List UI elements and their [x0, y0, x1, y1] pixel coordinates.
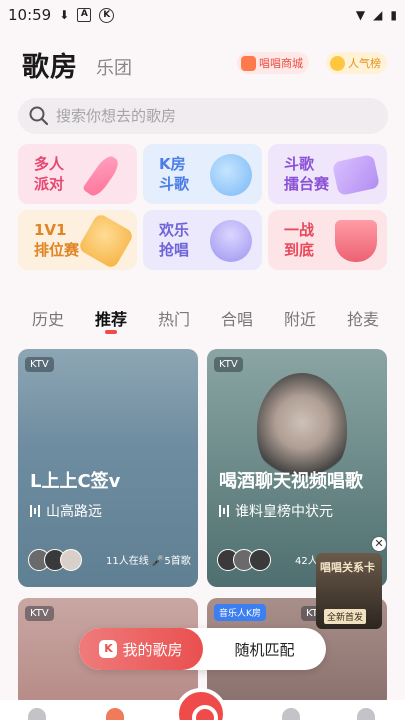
k-room-tab-icon[interactable] [106, 708, 124, 720]
trophy-icon [330, 55, 345, 71]
sound-wave-icon [30, 505, 40, 517]
active-tab-indicator [105, 330, 117, 334]
search-icon [28, 105, 50, 127]
musician-room-tag: 音乐人K房 [214, 604, 266, 621]
category-label: 多人 派对 [34, 155, 65, 193]
rank-label: 人气榜 [348, 57, 381, 70]
tab-recommend[interactable]: 推荐 [95, 306, 127, 330]
room-meta: 11人在线 🎤5首歌 [106, 556, 191, 567]
floating-promo[interactable]: 唱唱关系卡 全新首发 [316, 553, 382, 629]
room-song: 山高路远 [30, 501, 102, 521]
avatar [249, 549, 271, 571]
signal-icon: ◢ [373, 8, 383, 22]
tab-nearby[interactable]: 附近 [284, 306, 316, 330]
category-label: 欢乐 抢唱 [159, 221, 190, 259]
close-promo-button[interactable]: ✕ [372, 537, 386, 551]
avatar [60, 549, 82, 571]
category-1v1-ranked[interactable]: 1V1 排位赛 [18, 210, 137, 270]
rank-button[interactable]: 人气榜 [326, 52, 387, 74]
status-time: 10:59 [8, 6, 52, 24]
vs-icon [331, 154, 381, 196]
random-match-button[interactable]: 随机匹配 [203, 628, 326, 670]
trophy-cup-icon [335, 220, 377, 262]
search-input[interactable] [56, 107, 356, 125]
room-type-badge: KTV [25, 357, 54, 372]
page-header: 歌房 乐团 唱唱商城 人气榜 [22, 44, 387, 84]
mall-button[interactable]: 唱唱商城 [237, 52, 309, 74]
room-song: 谁料皇榜中状元 [219, 501, 333, 521]
room-card[interactable]: KTV 喝酒聊天视频唱歌 谁料皇榜中状元 42人在线 [207, 349, 387, 587]
category-label: 斗歌 擂台赛 [284, 155, 330, 193]
badge-icon [77, 212, 135, 270]
tab-band[interactable]: 乐团 [96, 54, 132, 80]
search-bar[interactable] [18, 98, 388, 134]
room-tabs: 历史 推荐 热门 合唱 附近 抢麦 [0, 302, 405, 338]
tab-history[interactable]: 历史 [32, 306, 64, 330]
category-grid: 多人 派对 K房 斗歌 斗歌 擂台赛 1V1 排位赛 欢乐 抢唱 一战 到底 [18, 144, 388, 270]
category-battle-arena[interactable]: 斗歌 擂台赛 [268, 144, 387, 204]
shop-icon [241, 55, 256, 71]
room-card[interactable]: KTV L上上C签v 山高路远 11人在线 🎤5首歌 [18, 349, 198, 587]
room-type-badge: KTV [25, 606, 54, 621]
category-k-room-battle[interactable]: K房 斗歌 [143, 144, 262, 204]
winged-mic-icon [210, 220, 252, 262]
room-title: L上上C签v [30, 471, 121, 492]
k-circle-icon: K [99, 7, 115, 23]
room-type-badge: KTV [214, 357, 243, 372]
tab-grab-mic[interactable]: 抢麦 [347, 306, 379, 330]
k-logo-icon: K [99, 640, 118, 658]
category-fight-to-end[interactable]: 一战 到底 [268, 210, 387, 270]
page-title: 歌房 [22, 52, 78, 83]
room-avatars [28, 549, 82, 571]
download-icon: ⬇ [59, 8, 70, 22]
status-bar: 10:59 ⬇ A K ▼ ◢ ▮ [0, 0, 405, 30]
category-label: 1V1 排位赛 [34, 221, 80, 259]
my-rooms-label: 我的歌房 [122, 640, 183, 659]
category-multiplayer-party[interactable]: 多人 派对 [18, 144, 137, 204]
category-label: K房 斗歌 [159, 155, 190, 193]
promo-title: 唱唱关系卡 [320, 561, 375, 574]
tab-hot[interactable]: 热门 [158, 306, 190, 330]
wifi-icon: ▼ [355, 8, 366, 22]
tab-chorus[interactable]: 合唱 [221, 306, 253, 330]
room-title: 喝酒聊天视频唱歌 [219, 471, 363, 492]
microphone-icon [82, 152, 122, 200]
bottom-action-pill: K 我的歌房 随机匹配 [79, 628, 326, 670]
profile-tab-icon[interactable] [357, 708, 375, 720]
sound-wave-icon [219, 505, 229, 517]
mall-label: 唱唱商城 [259, 57, 303, 70]
my-rooms-button[interactable]: K 我的歌房 [79, 628, 203, 670]
promo-subtitle: 全新首发 [324, 609, 367, 624]
category-label: 一战 到底 [284, 221, 315, 259]
battery-icon: ▮ [390, 8, 397, 22]
message-tab-icon[interactable] [282, 708, 300, 720]
room-avatars [217, 549, 271, 571]
pk-icon [210, 154, 252, 196]
home-tab-icon[interactable] [28, 708, 46, 720]
category-happy-grab[interactable]: 欢乐 抢唱 [143, 210, 262, 270]
a-box-icon: A [77, 8, 92, 22]
